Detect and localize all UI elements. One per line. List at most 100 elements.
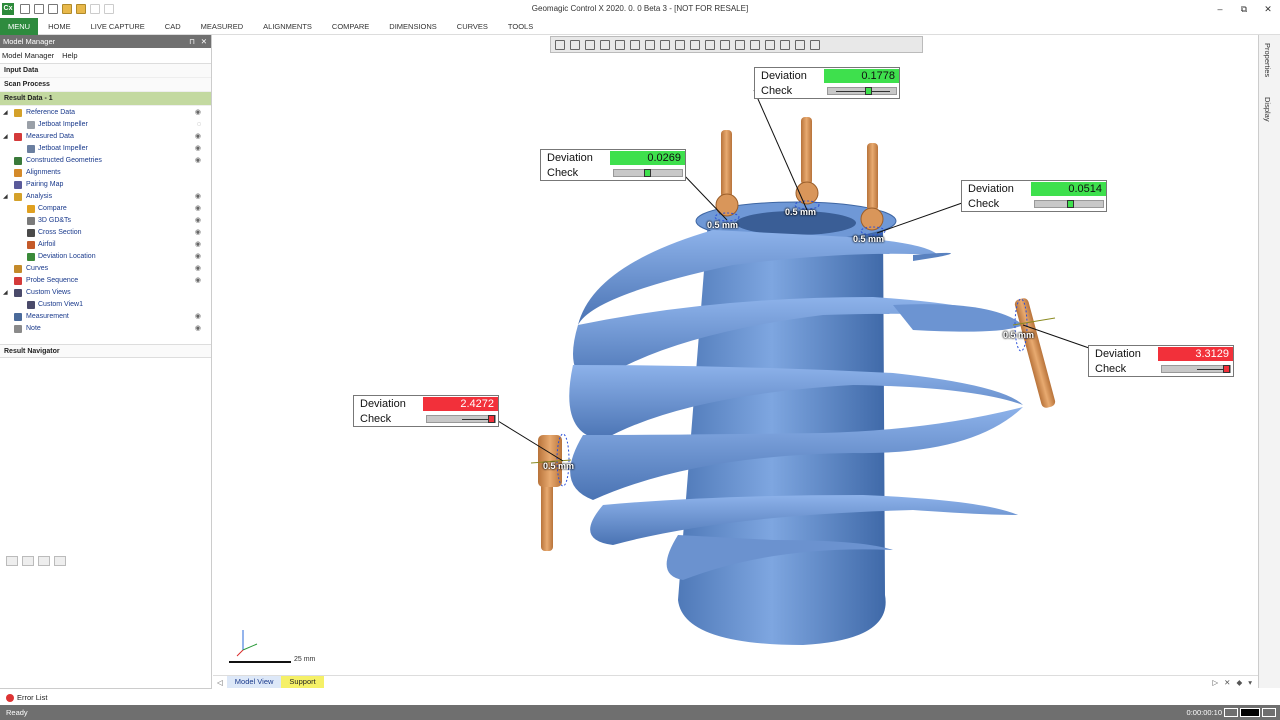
visibility-eye-icon[interactable]: ◉ <box>195 107 201 119</box>
expand-arrow-icon[interactable]: ◢ <box>3 107 8 119</box>
model-viewport[interactable]: Deviation 0.1778 Check Deviation 0.0269 Ch… <box>213 35 1258 675</box>
deviation-callout[interactable]: Deviation 0.0269 Check <box>540 149 686 181</box>
tab-model-view[interactable]: Model View <box>226 676 282 688</box>
probe-2[interactable] <box>794 117 820 210</box>
visibility-eye-icon[interactable]: ◉ <box>195 215 201 227</box>
deviation-callout[interactable]: Deviation 3.3129 Check <box>1088 345 1234 377</box>
section-result-navigator[interactable]: Result Navigator <box>0 344 211 358</box>
tree-item[interactable]: ◢ Measured Data ◉ <box>0 131 211 143</box>
redo-icon[interactable] <box>104 4 114 14</box>
tree-item[interactable]: Deviation Location ◉ <box>0 251 211 263</box>
menu-dimensions[interactable]: DIMENSIONS <box>379 18 447 35</box>
import-icon[interactable] <box>34 4 44 14</box>
menu-cad[interactable]: CAD <box>155 18 191 35</box>
properties-tab[interactable]: Properties <box>1263 43 1272 77</box>
expand-arrow-icon[interactable]: ◢ <box>3 131 8 143</box>
panel-close-icon[interactable]: ✕ <box>201 35 207 48</box>
tree-item[interactable]: ◢ Reference Data ◉ <box>0 107 211 119</box>
menu-live-capture[interactable]: LIVE CAPTURE <box>81 18 155 35</box>
tabs-menu-icon[interactable]: ▾ <box>1248 678 1252 687</box>
measurement-icon <box>14 313 22 321</box>
section-input-data[interactable]: Input Data <box>0 64 211 78</box>
tabs-left-icon[interactable]: ◁ <box>213 678 227 687</box>
nav-first-icon[interactable] <box>6 556 18 566</box>
tree-item[interactable]: Jetboat Impeller ◉ <box>0 143 211 155</box>
tabs-right-icon[interactable]: ▷ <box>1212 678 1218 687</box>
menu-home[interactable]: HOME <box>38 18 81 35</box>
deviation-callout[interactable]: Deviation 0.1778 Check <box>754 67 900 99</box>
tree-item[interactable]: ◢ Analysis ◉ <box>0 191 211 203</box>
probe-5[interactable] <box>530 433 572 551</box>
recent-folder-icon[interactable] <box>76 4 86 14</box>
error-list-tab[interactable]: Error List <box>0 688 212 705</box>
display-tab[interactable]: Display <box>1263 97 1272 122</box>
visibility-eye-icon[interactable]: ◉ <box>195 251 201 263</box>
menu-tools[interactable]: TOOLS <box>498 18 543 35</box>
tree-item[interactable]: Custom View1 <box>0 299 211 311</box>
restore-button[interactable]: ⧉ <box>1232 0 1256 18</box>
deviation-value: 0.0269 <box>610 150 685 165</box>
expand-arrow-icon[interactable]: ◢ <box>3 191 8 203</box>
visibility-eye-icon[interactable]: ◉ <box>195 155 201 167</box>
menu-button[interactable]: MENU <box>0 17 39 35</box>
section-result-data[interactable]: Result Data - 1 <box>0 92 211 106</box>
tab-model-manager[interactable]: Model Manager <box>2 51 54 60</box>
model-manager-title: Model Manager <box>3 37 56 46</box>
tree-item[interactable]: 3D GD&Ts ◉ <box>0 215 211 227</box>
deviation-callout[interactable]: Deviation 2.4272 Check <box>353 395 499 427</box>
tree-item[interactable]: Airfoil ◉ <box>0 239 211 251</box>
tree-item[interactable]: Pairing Map <box>0 179 211 191</box>
open-folder-icon[interactable] <box>62 4 72 14</box>
tree-item[interactable]: Compare ◉ <box>0 203 211 215</box>
nav-last-icon[interactable] <box>54 556 66 566</box>
tree-item[interactable]: Probe Sequence ◉ <box>0 275 211 287</box>
probe-size-label: 0.5 mm <box>707 220 739 230</box>
tree-item[interactable]: Constructed Geometries ◉ <box>0 155 211 167</box>
new-file-icon[interactable] <box>20 4 30 14</box>
minimize-button[interactable]: – <box>1208 0 1232 18</box>
visibility-eye-icon[interactable]: ◉ <box>195 263 201 275</box>
tree-item[interactable]: Measurement ◉ <box>0 311 211 323</box>
undo-icon[interactable] <box>90 4 100 14</box>
tree-item-label: Custom Views <box>26 289 71 296</box>
tab-help[interactable]: Help <box>62 51 77 60</box>
impeller-model[interactable] <box>569 201 1023 645</box>
section-scan-process[interactable]: Scan Process <box>0 78 211 92</box>
tabs-pin-icon[interactable]: ◆ <box>1236 678 1242 687</box>
probe-4[interactable] <box>1012 297 1056 409</box>
tree-item[interactable]: Note ◉ <box>0 323 211 335</box>
visibility-eye-icon[interactable]: ◉ <box>195 311 201 323</box>
close-button[interactable]: ✕ <box>1256 0 1280 18</box>
probe-3[interactable] <box>860 143 886 236</box>
visibility-eye-icon[interactable]: ◉ <box>195 191 201 203</box>
probe-1[interactable] <box>714 130 740 222</box>
visibility-eye-icon[interactable]: ◉ <box>195 323 201 335</box>
expand-arrow-icon[interactable]: ◢ <box>3 287 8 299</box>
visibility-eye-icon[interactable]: ◉ <box>195 131 201 143</box>
tree-item[interactable]: ◢ Custom Views <box>0 287 211 299</box>
nav-next-icon[interactable] <box>38 556 50 566</box>
tab-support[interactable]: Support <box>281 676 324 688</box>
menu-curves[interactable]: CURVES <box>447 18 498 35</box>
save-icon[interactable] <box>48 4 58 14</box>
visibility-eye-icon[interactable]: ◉ <box>195 239 201 251</box>
visibility-eye-icon[interactable]: ◉ <box>195 275 201 287</box>
tree-item[interactable]: Alignments <box>0 167 211 179</box>
menu-compare[interactable]: COMPARE <box>322 18 379 35</box>
visibility-eye-icon[interactable]: ◉ <box>195 227 201 239</box>
menu-measured[interactable]: MEASURED <box>191 18 254 35</box>
tree-item[interactable]: Cross Section ◉ <box>0 227 211 239</box>
tree-item[interactable]: Curves ◉ <box>0 263 211 275</box>
app-icon[interactable]: Cx <box>2 3 14 15</box>
pin-icon[interactable]: ⊓ <box>189 35 195 48</box>
visibility-eye-icon[interactable]: ◉ <box>195 143 201 155</box>
custom-views-icon <box>14 289 22 297</box>
deviation-callout[interactable]: Deviation 0.0514 Check <box>961 180 1107 212</box>
visibility-eye-icon[interactable]: ◌ <box>197 119 201 131</box>
tabs-close-icon[interactable]: ✕ <box>1224 678 1230 687</box>
menu-alignments[interactable]: ALIGNMENTS <box>253 18 322 35</box>
status-box2-icon <box>1262 708 1276 717</box>
visibility-eye-icon[interactable]: ◉ <box>195 203 201 215</box>
nav-prev-icon[interactable] <box>22 556 34 566</box>
tree-item[interactable]: Jetboat Impeller ◌ <box>0 119 211 131</box>
